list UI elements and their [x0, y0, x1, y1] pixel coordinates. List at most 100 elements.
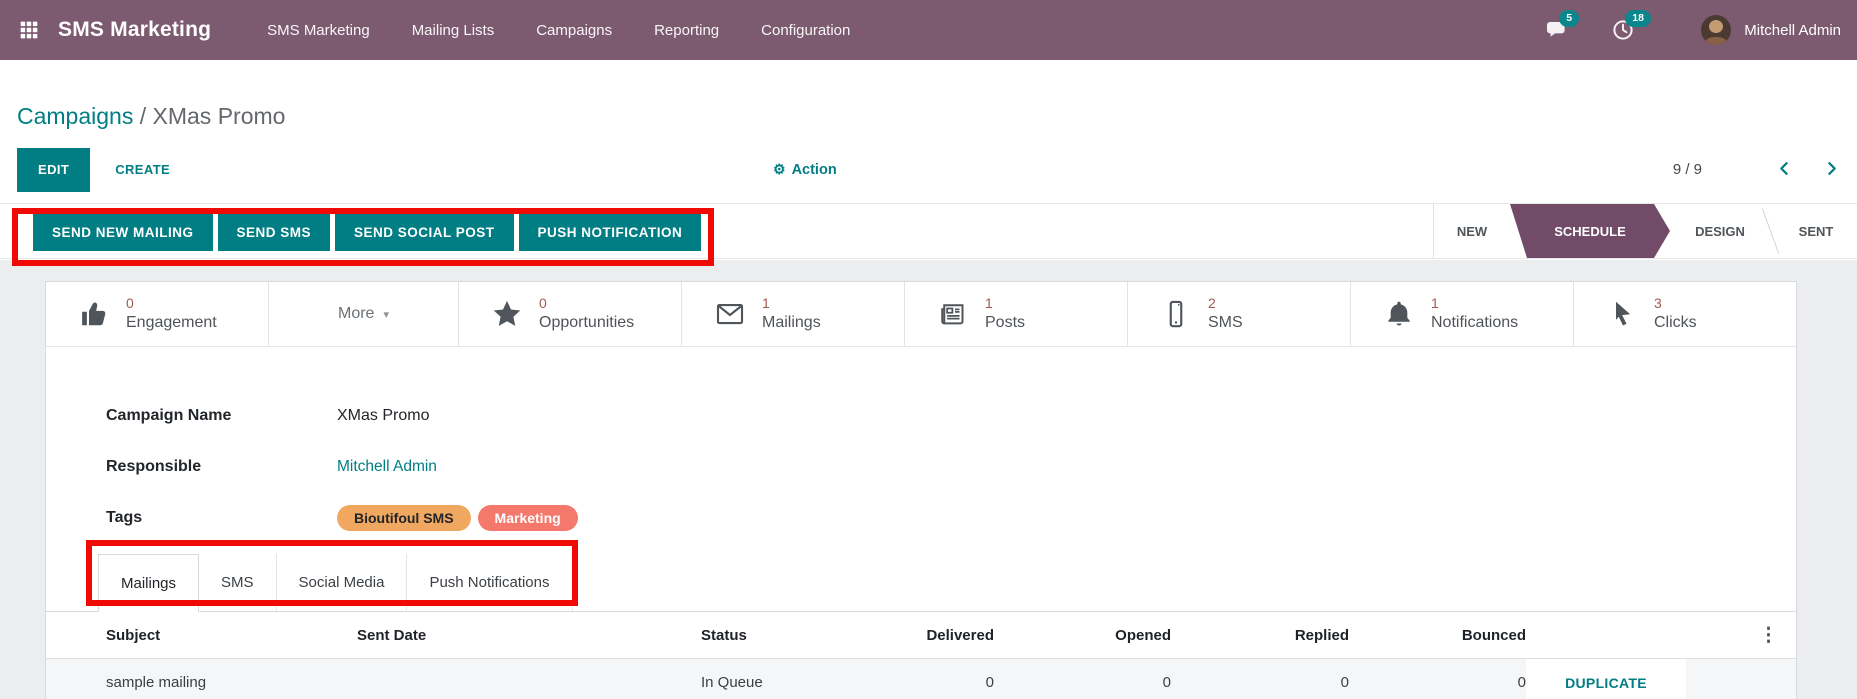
column-opened[interactable]: Opened — [994, 627, 1171, 644]
column-delivered[interactable]: Delivered — [851, 627, 994, 644]
stat-label: Clicks — [1654, 313, 1697, 333]
stage-schedule-active[interactable]: SCHEDULE — [1510, 204, 1670, 258]
user-menu[interactable]: Mitchell Admin — [1744, 22, 1841, 39]
edit-button[interactable]: EDIT — [17, 148, 90, 192]
tab-sms[interactable]: SMS — [199, 554, 277, 611]
cell-subject: sample mailing — [106, 674, 357, 691]
tag-list: Bioutifoul SMS Marketing — [337, 505, 578, 531]
responsible-link[interactable]: Mitchell Admin — [337, 458, 437, 476]
stat-button-more[interactable]: More ▾ — [269, 282, 459, 346]
stage-pipeline: NEW SCHEDULE DESIGN SENT — [1433, 204, 1857, 258]
sms-marketing-app: SMS Marketing SMS Marketing Mailing List… — [0, 0, 1857, 699]
stat-button-row: 0Engagement More ▾ 0Opportunities 1Maili… — [46, 282, 1796, 347]
stage-design[interactable]: DESIGN — [1674, 204, 1766, 258]
breadcrumb-current: XMas Promo — [153, 103, 286, 129]
app-title[interactable]: SMS Marketing — [58, 18, 211, 42]
notebook-tabs: Mailings SMS Social Media Push Notificat… — [46, 554, 1796, 612]
stat-button-notifications[interactable]: 1Notifications — [1351, 282, 1574, 346]
column-sent-date[interactable]: Sent Date — [357, 627, 701, 644]
field-responsible: Responsible Mitchell Admin — [106, 452, 1796, 481]
column-bounced[interactable]: Bounced — [1349, 627, 1526, 644]
menu-configuration[interactable]: Configuration — [761, 22, 850, 39]
cursor-icon — [1607, 299, 1637, 329]
cell-replied: 0 — [1171, 674, 1349, 691]
stat-label: Opportunities — [539, 313, 634, 333]
apps-grid-icon[interactable] — [16, 17, 42, 43]
main-menu: SMS Marketing Mailing Lists Campaigns Re… — [267, 22, 850, 39]
menu-mailing-lists[interactable]: Mailing Lists — [412, 22, 495, 39]
menu-campaigns[interactable]: Campaigns — [536, 22, 612, 39]
cell-bounced: 0 — [1349, 674, 1526, 691]
pager: 9 / 9 — [1673, 160, 1840, 180]
stat-label: Mailings — [762, 313, 821, 333]
cell-delivered: 0 — [851, 674, 994, 691]
menu-reporting[interactable]: Reporting — [654, 22, 719, 39]
stat-label: Notifications — [1431, 313, 1518, 333]
menu-sms-marketing[interactable]: SMS Marketing — [267, 22, 370, 39]
statusbar: SEND NEW MAILING SEND SMS SEND SOCIAL PO… — [0, 203, 1857, 259]
cell-opened: 0 — [994, 674, 1171, 691]
stat-button-posts[interactable]: 1Posts — [905, 282, 1128, 346]
breadcrumb-campaigns-link[interactable]: Campaigns — [17, 103, 133, 129]
mobile-icon — [1161, 299, 1191, 329]
stat-label: SMS — [1208, 313, 1243, 333]
stat-button-mailings[interactable]: 1Mailings — [682, 282, 905, 346]
stat-value: 1 — [985, 295, 1025, 313]
send-social-post-button[interactable]: SEND SOCIAL POST — [335, 213, 514, 251]
pager-next-button[interactable] — [1823, 160, 1840, 180]
stat-value: 3 — [1654, 295, 1697, 313]
statusbar-buttons: SEND NEW MAILING SEND SMS SEND SOCIAL PO… — [33, 213, 701, 251]
tab-mailings[interactable]: Mailings — [98, 554, 199, 612]
optional-columns-kebab-icon[interactable]: ⋮ — [1741, 624, 1796, 647]
stage-sent[interactable]: SENT — [1775, 204, 1857, 258]
top-navbar: SMS Marketing SMS Marketing Mailing List… — [0, 0, 1857, 60]
activities-menu[interactable]: 18 — [1611, 18, 1635, 42]
gear-icon: ⚙ — [773, 161, 786, 178]
duplicate-button[interactable]: DUPLICATE — [1565, 675, 1647, 691]
control-panel: EDIT CREATE ⚙ Action 9 / 9 — [17, 147, 1840, 192]
column-subject[interactable]: Subject — [106, 627, 357, 644]
action-menu[interactable]: ⚙ Action — [773, 161, 837, 178]
field-label: Tags — [106, 509, 337, 527]
messages-badge: 5 — [1559, 10, 1579, 27]
column-replied[interactable]: Replied — [1171, 627, 1349, 644]
stat-button-opportunities[interactable]: 0Opportunities — [459, 282, 682, 346]
table-row[interactable]: sample mailing In Queue 0 0 0 0 DUPLICAT… — [46, 659, 1796, 699]
stat-button-sms[interactable]: 2SMS — [1128, 282, 1351, 346]
chevron-left-icon — [1776, 160, 1793, 180]
stat-button-clicks[interactable]: 3Clicks — [1574, 282, 1796, 346]
pager-previous-button[interactable] — [1776, 160, 1793, 180]
breadcrumb: Campaigns / XMas Promo — [17, 103, 285, 130]
stat-label: Posts — [985, 313, 1025, 333]
field-campaign-name: Campaign Name XMas Promo — [106, 401, 1796, 430]
stage-new[interactable]: NEW — [1434, 204, 1510, 258]
stat-value: 0 — [539, 295, 634, 313]
envelope-icon — [715, 299, 745, 329]
column-status[interactable]: Status — [701, 627, 851, 644]
send-sms-button[interactable]: SEND SMS — [218, 213, 331, 251]
messages-menu[interactable]: 5 — [1545, 18, 1569, 42]
field-label: Campaign Name — [106, 407, 337, 425]
tab-push-notifications[interactable]: Push Notifications — [407, 554, 572, 611]
send-new-mailing-button[interactable]: SEND NEW MAILING — [33, 213, 213, 251]
stat-button-engagement[interactable]: 0Engagement — [46, 282, 269, 346]
stat-value: 2 — [1208, 295, 1243, 313]
chevron-right-icon — [1823, 160, 1840, 180]
create-button[interactable]: CREATE — [115, 162, 170, 177]
campaign-name-value: XMas Promo — [337, 407, 429, 425]
user-avatar[interactable] — [1701, 15, 1731, 45]
stat-value: 0 — [126, 295, 217, 313]
thumbs-up-icon — [79, 299, 109, 329]
tag-marketing: Marketing — [478, 505, 578, 531]
field-label: Responsible — [106, 458, 337, 476]
form-sheet: 0Engagement More ▾ 0Opportunities 1Maili… — [45, 281, 1797, 699]
tab-social-media[interactable]: Social Media — [277, 554, 408, 611]
stat-value: 1 — [1431, 295, 1518, 313]
star-icon — [492, 299, 522, 329]
activities-badge: 18 — [1625, 10, 1651, 27]
breadcrumb-separator: / — [140, 103, 153, 129]
pager-count: 9 / 9 — [1673, 161, 1702, 178]
push-notification-button[interactable]: PUSH NOTIFICATION — [519, 213, 702, 251]
tag-bioutifoul-sms: Bioutifoul SMS — [337, 505, 471, 531]
newspaper-icon — [938, 299, 968, 329]
